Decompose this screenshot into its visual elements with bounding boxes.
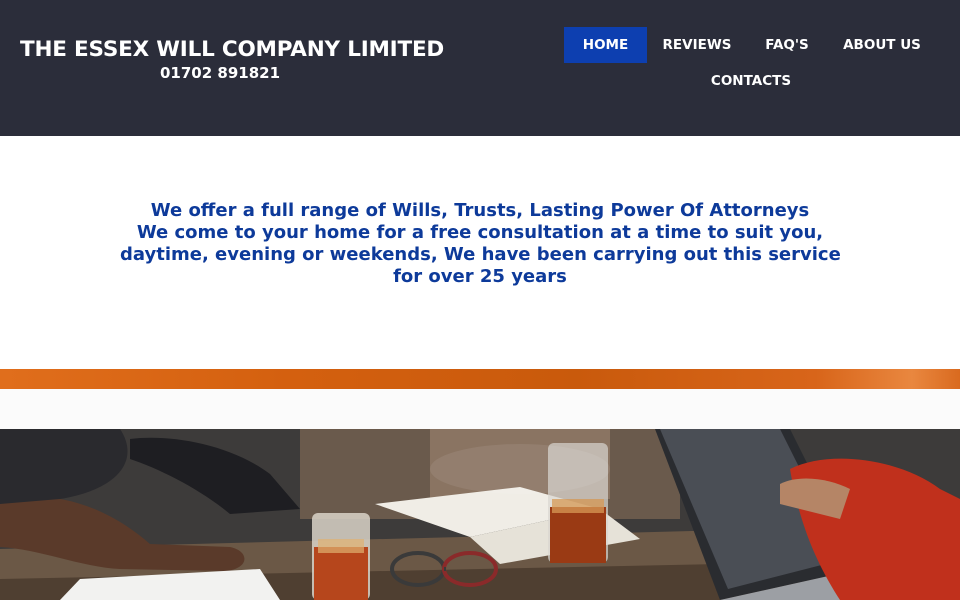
divider-band	[0, 389, 960, 429]
nav-contacts[interactable]: CONTACTS	[696, 63, 806, 99]
nav-faqs[interactable]: FAQ'S	[752, 27, 822, 63]
nav-home[interactable]: HOME	[564, 27, 647, 63]
intro-text: We offer a full range of Wills, Trusts, …	[120, 200, 841, 288]
hero-photo	[0, 429, 960, 600]
intro-line: We come to your home for a free consulta…	[136, 222, 824, 243]
phone-number[interactable]: 01702 891821	[20, 64, 420, 82]
company-name[interactable]: THE ESSEX WILL COMPANY LIMITED	[20, 36, 444, 64]
nav-about-us[interactable]: ABOUT US	[832, 27, 932, 63]
intro-line: We offer a full range of Wills, Trusts, …	[150, 200, 810, 221]
hero-photo-illustration	[0, 429, 960, 600]
nav-reviews[interactable]: REVIEWS	[652, 27, 742, 63]
brand[interactable]: THE ESSEX WILL COMPANY LIMITED 01702 891…	[20, 36, 444, 82]
accent-band	[0, 369, 960, 389]
intro-line: for over 25 years	[393, 266, 567, 287]
site-header: THE ESSEX WILL COMPANY LIMITED 01702 891…	[0, 0, 960, 136]
intro-line: daytime, evening or weekends, We have be…	[120, 244, 841, 265]
